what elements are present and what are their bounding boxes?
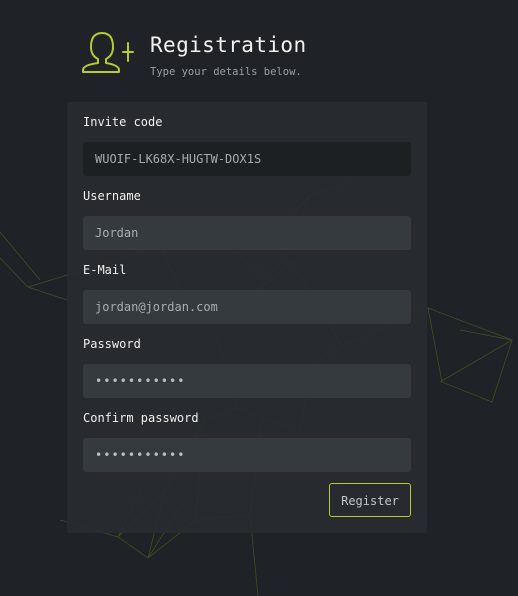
username-label: Username <box>83 189 141 203</box>
password-label: Password <box>83 337 141 351</box>
email-label: E-Mail <box>83 263 127 277</box>
register-button[interactable]: Register <box>329 483 411 517</box>
page-subtitle: Type your details below. <box>150 66 302 78</box>
title-group: Registration Type your details below. <box>150 30 307 78</box>
confirm-password-field[interactable]: ••••••••••• <box>83 438 411 472</box>
email-field[interactable]: jordan@jordan.com <box>83 290 411 324</box>
page-header: Registration Type your details below. <box>81 30 307 78</box>
page-title: Registration <box>150 33 307 57</box>
password-group: Password ••••••••••• <box>83 336 411 398</box>
registration-page: Registration Type your details below. In… <box>0 0 518 596</box>
invite-code-group: Invite code WUOIF-LK68X-HUGTW-DOX1S <box>83 114 411 176</box>
invite-code-label: Invite code <box>83 115 163 129</box>
registration-form: Invite code WUOIF-LK68X-HUGTW-DOX1S User… <box>67 102 427 533</box>
confirm-password-group: Confirm password ••••••••••• <box>83 410 411 472</box>
email-group: E-Mail jordan@jordan.com <box>83 262 411 324</box>
add-user-icon <box>82 32 134 73</box>
username-field[interactable]: Jordan <box>83 216 411 250</box>
invite-code-field[interactable]: WUOIF-LK68X-HUGTW-DOX1S <box>83 142 411 176</box>
password-field[interactable]: ••••••••••• <box>83 364 411 398</box>
confirm-password-label: Confirm password <box>83 411 199 425</box>
username-group: Username Jordan <box>83 188 411 250</box>
